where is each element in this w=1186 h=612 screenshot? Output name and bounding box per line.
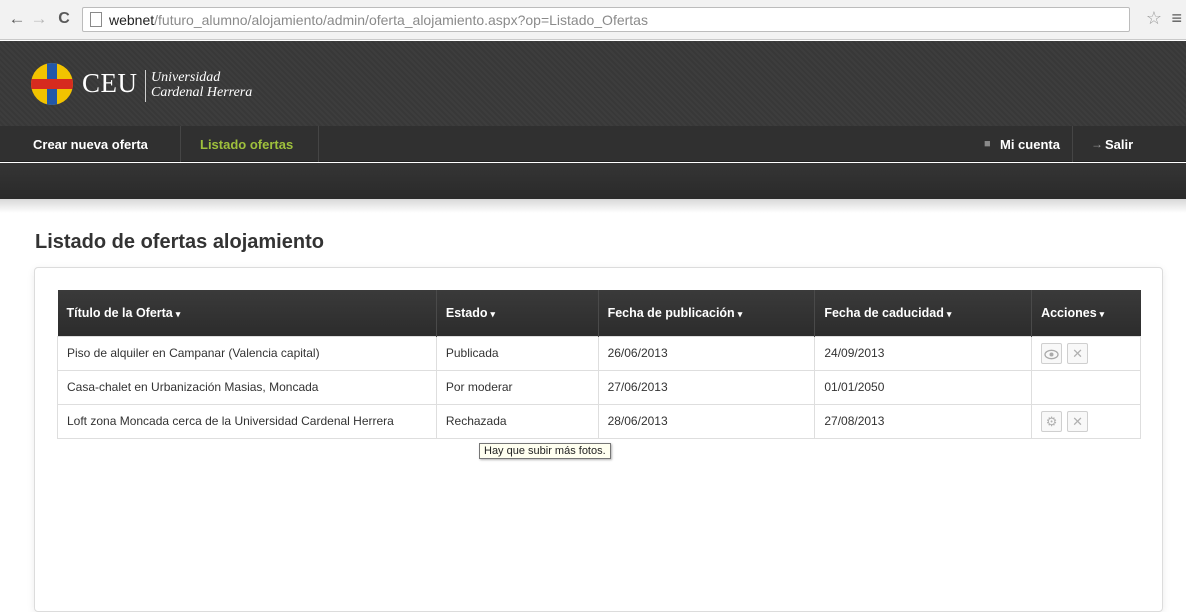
reload-icon[interactable]: C: [55, 9, 73, 29]
bookmark-star-icon[interactable]: ☆: [1146, 8, 1162, 28]
cell-titulo: Loft zona Moncada cerca de la Universida…: [57, 403, 437, 439]
url-text[interactable]: webnet/futuro_alumno/alojamiento/admin/o…: [109, 12, 648, 28]
main-nav: Crear nueva oferta Listado ofertas ■ Mi …: [0, 126, 1186, 162]
header-shadow: [0, 199, 1186, 213]
page-title: Listado de ofertas alojamiento: [35, 231, 324, 253]
column-header-caducidad[interactable]: Fecha de caducidad ▾: [814, 290, 1032, 336]
nav-divider: [1072, 126, 1073, 162]
address-bar[interactable]: webnet/futuro_alumno/alojamiento/admin/o…: [82, 7, 1130, 32]
cell-acciones: [1031, 369, 1141, 405]
table-row: Loft zona Moncada cerca de la Universida…: [57, 403, 1141, 439]
table-row: Casa-chalet en Urbanización Masias, Monc…: [57, 369, 1141, 405]
column-header-label: Fecha de publicación: [607, 305, 735, 320]
cell-estado-por-moderar: Por moderar: [435, 369, 599, 405]
nav-mi-cuenta[interactable]: Mi cuenta: [1000, 137, 1060, 152]
back-arrow-icon[interactable]: ←: [8, 9, 26, 29]
page-icon: [90, 12, 102, 27]
cell-estado-rechazada[interactable]: Rechazada: [435, 403, 599, 439]
forward-arrow-icon[interactable]: →: [30, 9, 48, 29]
sort-caret-icon: ▾: [737, 308, 743, 319]
university-line-2: Cardenal Herrera: [151, 85, 253, 100]
nav-divider: [318, 126, 319, 162]
column-header-label: Fecha de caducidad: [824, 305, 944, 320]
nav-listado-ofertas[interactable]: Listado ofertas: [200, 137, 293, 152]
sort-caret-icon: ▾: [175, 308, 181, 319]
cell-titulo: Piso de alquiler en Campanar (Valencia c…: [57, 335, 437, 371]
site-header: CEU Universidad Cardenal Herrera: [0, 41, 1186, 126]
logout-arrow-icon: →: [1091, 137, 1103, 151]
nav-salir[interactable]: Salir: [1105, 137, 1133, 152]
sort-caret-icon: ▾: [1099, 308, 1105, 319]
browser-toolbar: ← → C webnet/futuro_alumno/alojamiento/a…: [0, 0, 1186, 40]
column-header-estado[interactable]: Estado ▾: [435, 290, 599, 336]
ofertas-table: Título de la Oferta ▾ Estado ▾ Fecha de pu…: [57, 290, 1141, 439]
university-line-1: Universidad: [151, 70, 221, 85]
cell-acciones: ✕: [1031, 335, 1141, 371]
column-header-publicacion[interactable]: Fecha de publicación ▾: [597, 290, 815, 336]
cell-publicacion: 27/06/2013: [597, 369, 816, 405]
eye-icon[interactable]: [1041, 342, 1063, 364]
cell-caducidad: 01/01/2050: [814, 369, 1033, 405]
sort-caret-icon: ▾: [490, 308, 496, 319]
table-header-row: Título de la Oferta ▾ Estado ▾ Fecha de pu…: [57, 290, 1141, 336]
nav-divider: [180, 126, 181, 162]
column-header-label: Estado: [445, 305, 488, 320]
cell-caducidad: 27/08/2013: [814, 403, 1033, 439]
close-icon[interactable]: ✕: [1067, 410, 1089, 432]
cell-titulo: Casa-chalet en Urbanización Masias, Monc…: [57, 369, 437, 405]
cell-caducidad: 24/09/2013: [814, 335, 1033, 371]
nav-crear-nueva-oferta[interactable]: Crear nueva oferta: [33, 137, 148, 152]
table-row: Piso de alquiler en Campanar (Valencia c…: [57, 335, 1141, 371]
brand-name: CEU: [82, 68, 138, 98]
column-header-acciones[interactable]: Acciones ▾: [1031, 290, 1141, 336]
cell-acciones: ⚙ ✕: [1031, 403, 1141, 439]
rechazo-tooltip: Hay que subir más fotos.: [479, 443, 611, 459]
cell-publicacion: 26/06/2013: [597, 335, 816, 371]
sub-nav-bar: [0, 163, 1186, 199]
menu-icon[interactable]: ≡: [1171, 8, 1182, 28]
user-icon: ■: [984, 138, 991, 150]
cell-estado-publicada: Publicada: [435, 335, 599, 371]
sort-caret-icon: ▾: [946, 308, 952, 319]
column-header-titulo[interactable]: Título de la Oferta ▾: [57, 290, 437, 336]
ceu-logo-icon[interactable]: [31, 63, 73, 105]
column-header-label: Acciones: [1041, 305, 1097, 320]
university-name: Universidad Cardenal Herrera: [151, 70, 252, 100]
close-icon[interactable]: ✕: [1067, 342, 1089, 364]
brand-divider: [145, 70, 146, 102]
url-path: /futuro_alumno/alojamiento/admin/oferta_…: [154, 12, 648, 28]
url-host: webnet: [109, 12, 155, 28]
cell-publicacion: 28/06/2013: [597, 403, 816, 439]
column-header-label: Título de la Oferta: [66, 305, 173, 320]
gear-icon[interactable]: ⚙: [1041, 410, 1063, 432]
